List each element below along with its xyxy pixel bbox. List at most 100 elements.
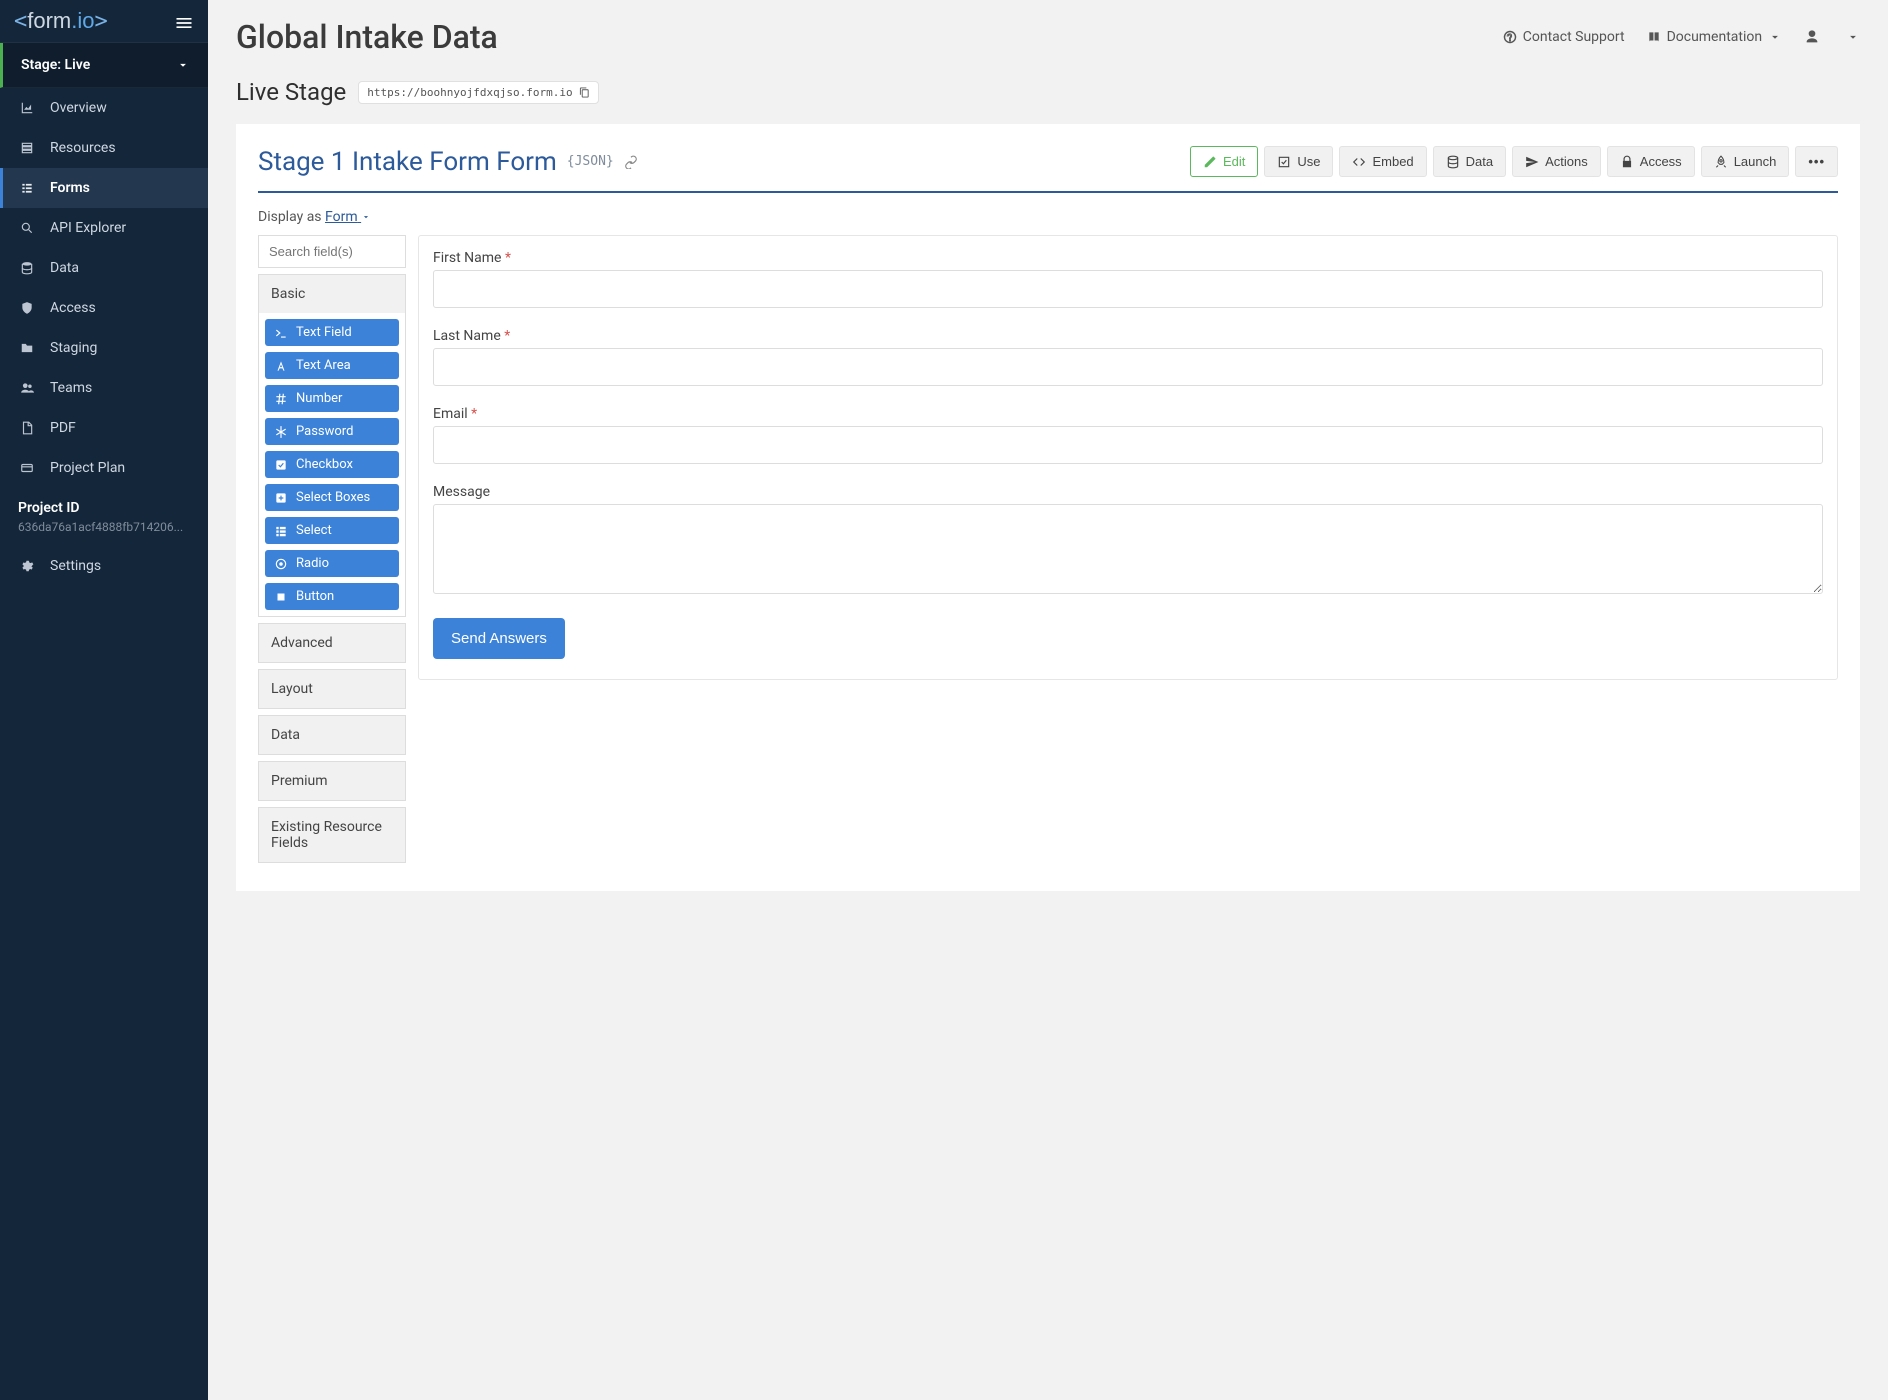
palette-group-existing[interactable]: Existing Resource Fields — [259, 808, 405, 862]
chip-label: Text Field — [296, 325, 352, 340]
sidebar-item-label: Resources — [50, 140, 116, 156]
palette-chip-radio[interactable]: Radio — [265, 550, 399, 577]
check-square-icon — [274, 457, 288, 471]
last_name-input[interactable] — [433, 348, 1823, 386]
gear-icon — [18, 558, 36, 574]
question-icon — [1503, 30, 1517, 44]
sidebar-item-settings[interactable]: Settings — [0, 546, 208, 586]
field-first_name: First Name * — [433, 250, 1823, 308]
pencil-icon — [1203, 155, 1217, 169]
chip-label: Button — [296, 589, 334, 604]
palette-chip-select[interactable]: Select — [265, 517, 399, 544]
chip-label: Select — [296, 523, 332, 538]
sidebar-nav: Overview Resources Forms API Explorer DataAc… — [0, 88, 208, 488]
search-icon — [18, 220, 36, 236]
stage-title: Live Stage — [236, 78, 346, 106]
chevron-down-icon — [1768, 30, 1782, 44]
sidebar-item-overview[interactable]: Overview — [0, 88, 208, 128]
chip-label: Password — [296, 424, 353, 439]
logo[interactable]: <form.io> — [14, 8, 108, 34]
chevron-down-icon — [176, 57, 190, 73]
palette-chip-number[interactable]: Number — [265, 385, 399, 412]
project-id-value: 636da76a1acf4888fb714206... — [0, 520, 208, 546]
chip-label: Checkbox — [296, 457, 353, 472]
plus-square-icon — [274, 490, 288, 504]
sidebar-item-label: API Explorer — [50, 220, 126, 236]
chip-label: Number — [296, 391, 342, 406]
edit-button[interactable]: Edit — [1190, 146, 1258, 177]
users-icon — [18, 380, 36, 396]
use-button[interactable]: Use — [1264, 146, 1333, 177]
shield-icon — [18, 300, 36, 316]
stop-icon — [274, 589, 288, 603]
required-marker: * — [505, 250, 511, 266]
sidebar-item-label: Overview — [50, 100, 107, 116]
font-icon — [274, 358, 288, 372]
embed-button[interactable]: Embed — [1339, 146, 1426, 177]
contact-support-link[interactable]: Contact Support — [1503, 29, 1625, 45]
link-icon[interactable] — [624, 154, 638, 170]
check-square-icon — [1277, 155, 1291, 169]
stage-dropdown[interactable]: Stage: Live — [0, 43, 208, 88]
sidebar-item-label: PDF — [50, 420, 76, 436]
palette-group-data[interactable]: Data — [259, 716, 405, 754]
palette-chip-button[interactable]: Button — [265, 583, 399, 610]
json-badge[interactable]: {JSON} — [567, 154, 614, 169]
terminal-icon — [274, 325, 288, 339]
palette-group-advanced[interactable]: Advanced — [259, 624, 405, 662]
palette-chip-password[interactable]: Password — [265, 418, 399, 445]
lock-icon — [1620, 155, 1634, 169]
palette-chip-text-field[interactable]: Text Field — [265, 319, 399, 346]
launch-button[interactable]: Launch — [1701, 146, 1790, 177]
user-menu[interactable] — [1804, 29, 1860, 45]
palette-group-layout[interactable]: Layout — [259, 670, 405, 708]
palette-chip-text-area[interactable]: Text Area — [265, 352, 399, 379]
display-as-dropdown[interactable]: Form — [325, 209, 371, 225]
field-label: Email * — [433, 406, 1823, 422]
field-message: Message — [433, 484, 1823, 598]
sidebar-item-api-explorer[interactable]: API Explorer — [0, 208, 208, 248]
user-icon — [1804, 29, 1820, 45]
sidebar-item-label: Settings — [50, 558, 101, 574]
project-id-label: Project ID — [0, 488, 208, 520]
card-icon — [18, 460, 36, 476]
page-title: Global Intake Data — [236, 18, 498, 56]
first_name-input[interactable] — [433, 270, 1823, 308]
database-icon — [18, 260, 36, 276]
form-actions: Edit Use Embed Data Actions Access Launc… — [1190, 146, 1838, 177]
folder-icon — [18, 340, 36, 356]
sidebar-item-forms[interactable]: Forms — [0, 168, 208, 208]
stage-url-chip[interactable]: https://boohnyojfdxqjso.form.io — [358, 81, 598, 104]
field-email: Email * — [433, 406, 1823, 464]
palette-chip-select-boxes[interactable]: Select Boxes — [265, 484, 399, 511]
message-input[interactable] — [433, 504, 1823, 594]
field-last_name: Last Name * — [433, 328, 1823, 386]
th-list-icon — [274, 523, 288, 537]
actions-button[interactable]: Actions — [1512, 146, 1601, 177]
main: Global Intake Data Contact Support Docum… — [208, 0, 1888, 1400]
sidebar-item-data[interactable]: Data — [0, 248, 208, 288]
data-button[interactable]: Data — [1433, 146, 1506, 177]
form-canvas[interactable]: First Name * Last Name * Email * Message Se… — [418, 235, 1838, 680]
sidebar-item-teams[interactable]: Teams — [0, 368, 208, 408]
hash-icon — [274, 391, 288, 405]
palette-search-input[interactable] — [258, 235, 406, 268]
email-input[interactable] — [433, 426, 1823, 464]
area-chart-icon — [18, 100, 36, 116]
menu-toggle-icon[interactable] — [174, 9, 194, 33]
palette-group-basic[interactable]: Basic — [259, 275, 405, 313]
access-button[interactable]: Access — [1607, 146, 1695, 177]
more-button[interactable]: ••• — [1795, 146, 1838, 177]
sidebar-item-access[interactable]: Access — [0, 288, 208, 328]
component-palette: Basic Text Field Text Area Number Password C… — [258, 235, 406, 863]
palette-group-premium[interactable]: Premium — [259, 762, 405, 800]
sidebar-item-staging[interactable]: Staging — [0, 328, 208, 368]
submit-button[interactable]: Send Answers — [433, 618, 565, 659]
sidebar-item-project-plan[interactable]: Project Plan — [0, 448, 208, 488]
palette-chip-checkbox[interactable]: Checkbox — [265, 451, 399, 478]
sidebar-item-pdf[interactable]: PDF — [0, 408, 208, 448]
chip-label: Text Area — [296, 358, 351, 373]
documentation-link[interactable]: Documentation — [1647, 29, 1783, 45]
book-icon — [1647, 30, 1661, 44]
sidebar-item-resources[interactable]: Resources — [0, 128, 208, 168]
